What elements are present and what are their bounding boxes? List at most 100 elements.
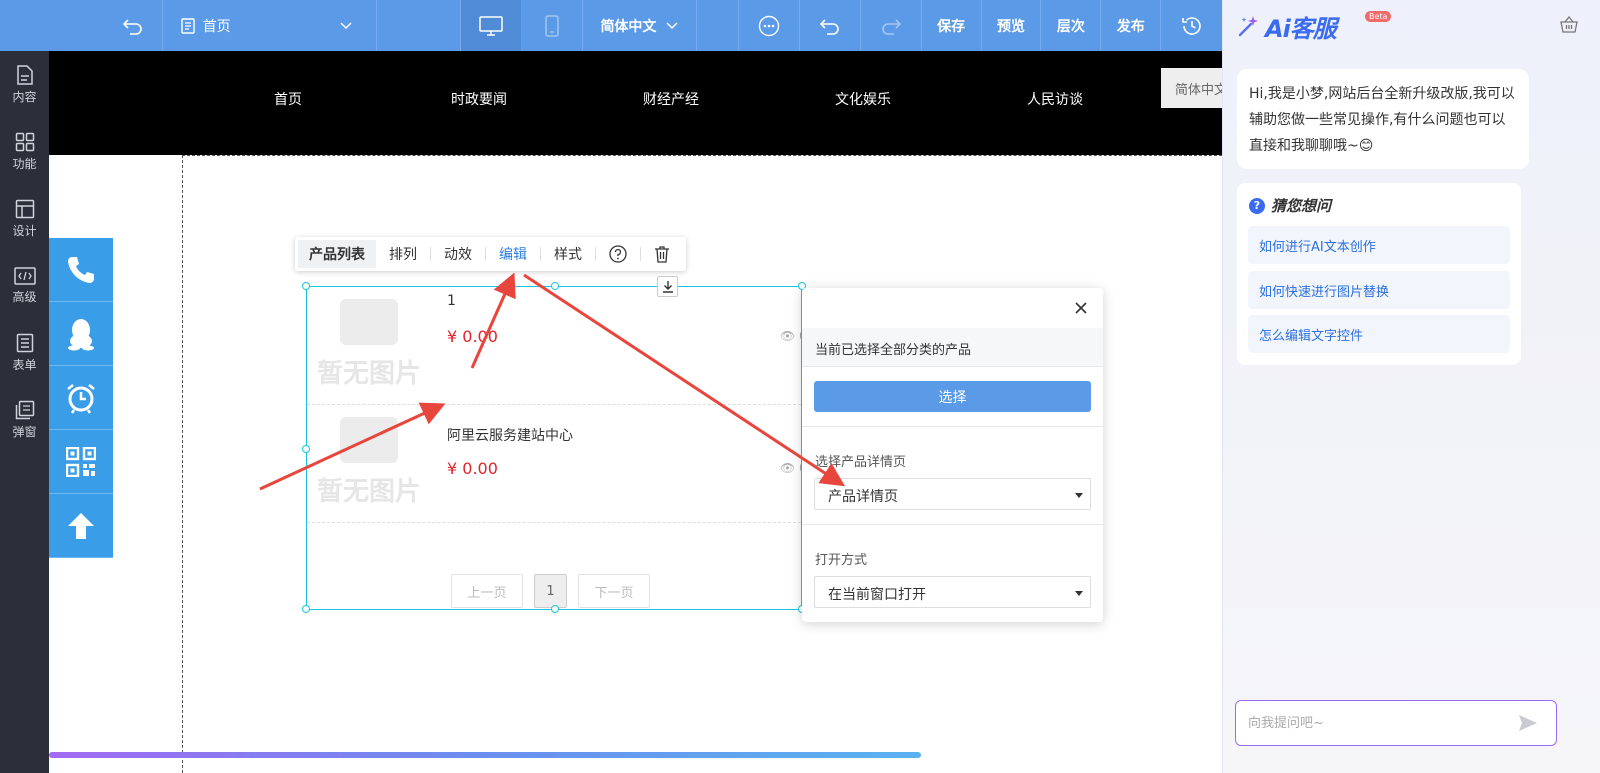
chevron-down-icon [340,21,352,29]
close-button[interactable] [1073,300,1089,316]
site-nav-finance[interactable]: 财经产经 [611,89,731,109]
page-selector[interactable]: 首页 [163,0,378,51]
guide-line-vertical [182,155,183,773]
site-nav-interview[interactable]: 人民访谈 [995,89,1115,109]
close-icon [1075,302,1087,314]
site-nav-home[interactable]: 首页 [228,89,348,109]
history-button[interactable] [1161,0,1222,51]
site-language-switch[interactable]: 简体中文 [1161,68,1231,108]
arrow-up-icon [68,512,94,539]
views-count: 0 [799,329,801,343]
suggested-question[interactable]: 如何快速进行图片替换 [1248,271,1510,309]
rail-item-content[interactable]: 内容 [0,51,49,118]
product-title: 1 [447,293,456,309]
product-item[interactable]: 暂无图片 阿里云服务建站中心 ¥ 0.00 👁 0 [307,405,801,523]
pagination: 上一页 1 下一页 [451,574,650,608]
animation-button[interactable]: 动效 [431,237,485,271]
suggested-question[interactable]: 怎么编辑文字控件 [1248,315,1510,353]
rail-item-label: 功能 [12,156,37,171]
rail-item-label: 高级 [12,289,37,304]
help-button[interactable] [596,237,640,271]
grid-icon [15,132,34,151]
delete-button[interactable] [641,237,683,271]
edit-button[interactable]: 编辑 [486,237,540,271]
edit-popup: 当前已选择全部分类的产品 选择 选择产品详情页 产品详情页 打开方式 在当前窗口… [802,288,1103,622]
product-list-component[interactable]: 暂无图片 1 ¥ 0.00 👁 0 暂无图片 阿里云服务建站中心 ¥ 0.00 … [302,282,806,613]
qrcode-icon [66,446,96,477]
float-phone-button[interactable] [49,238,113,302]
selection-info: 当前已选择全部分类的产品 [802,328,1103,367]
redo-button[interactable] [861,0,922,51]
image-placeholder-icon [340,417,398,463]
placeholder-text: 暂无图片 [317,477,422,507]
phone-icon [68,256,94,283]
product-price: ¥ 0.00 [447,459,498,478]
float-back-to-top-button[interactable] [49,494,113,558]
guess-title-text: 猜您想问 [1271,197,1332,215]
help-icon [609,245,627,263]
prev-page-button[interactable]: 上一页 [451,574,523,608]
resize-handle[interactable] [551,282,559,290]
clear-chat-button[interactable] [1560,15,1578,38]
more-button[interactable] [739,0,801,51]
publish-button[interactable]: 发布 [1101,0,1162,51]
float-qq-button[interactable] [49,302,113,366]
resize-handle[interactable] [302,282,310,290]
rail-item-form[interactable]: 表单 [0,319,49,386]
mobile-view-button[interactable] [522,0,583,51]
float-qrcode-button[interactable] [49,430,113,494]
detail-page-label: 选择产品详情页 [815,455,907,470]
qq-icon [68,318,94,350]
rail-item-label: 表单 [12,357,37,372]
editor-root: 首页 简体中文 保存 预览 层次 发布 内容 功能 设计 高级 表单 弹窗 首页… [0,0,1600,773]
resize-handle[interactable] [302,445,310,453]
ai-assistant-panel: Ai客服 Beta Hi,我是小梦,网站后台全新升级改版,我可以辅助您做一些常见… [1222,0,1600,773]
save-button[interactable]: 保存 [922,0,982,51]
form-icon [16,333,33,352]
next-page-button[interactable]: 下一页 [578,574,650,608]
suggested-question[interactable]: 如何进行AI文本创作 [1248,226,1510,264]
preview-button[interactable]: 预览 [982,0,1042,51]
site-nav-politics[interactable]: 时政要闻 [419,89,539,109]
page-icon [180,17,195,34]
toolbar-gap [377,0,461,51]
arrange-button[interactable]: 排列 [376,237,430,271]
page-number-button[interactable]: 1 [534,574,567,608]
download-button[interactable] [657,276,678,297]
back-button[interactable] [105,0,163,51]
send-button[interactable] [1518,714,1538,736]
rail-item-function[interactable]: 功能 [0,118,49,185]
resize-handle[interactable] [302,605,310,613]
guide-line-horizontal [182,155,1222,156]
desktop-view-button[interactable] [460,0,522,51]
ai-greeting-message: Hi,我是小梦,网站后台全新升级改版,我可以辅助您做一些常见操作,有什么问题也可… [1237,69,1529,169]
mobile-icon [544,14,559,37]
open-mode-select[interactable]: 在当前窗口打开 [814,576,1091,608]
floating-contact-bar [49,238,113,558]
language-selector[interactable]: 简体中文 [583,0,698,51]
rail-item-popup[interactable]: 弹窗 [0,386,49,453]
ai-chat-input-box [1235,700,1557,746]
rail-item-label: 设计 [12,223,37,238]
product-views: 👁 0 [780,461,801,475]
rail-item-design[interactable]: 设计 [0,185,49,252]
desktop-icon [479,15,503,36]
top-toolbar: 首页 简体中文 保存 预览 层次 发布 [0,0,1222,51]
detail-page-select[interactable]: 产品详情页 [814,478,1091,510]
product-item[interactable]: 暂无图片 1 ¥ 0.00 👁 0 [307,287,801,405]
beta-badge: Beta [1365,11,1392,22]
rail-item-advanced[interactable]: 高级 [0,252,49,319]
layer-button[interactable]: 层次 [1041,0,1102,51]
toolbar-gap [697,0,740,51]
canvas-bottom-bar [49,752,921,758]
ai-chat-input[interactable] [1248,713,1498,733]
undo-button[interactable] [800,0,861,51]
redo-icon [882,18,901,35]
rail-item-label: 内容 [12,89,37,104]
float-alarm-button[interactable] [49,366,113,430]
select-products-button[interactable]: 选择 [814,381,1091,412]
site-nav-culture[interactable]: 文化娱乐 [803,89,923,109]
resize-handle[interactable] [551,605,559,613]
style-button[interactable]: 样式 [541,237,595,271]
left-rail: 内容 功能 设计 高级 表单 弹窗 [0,51,49,773]
